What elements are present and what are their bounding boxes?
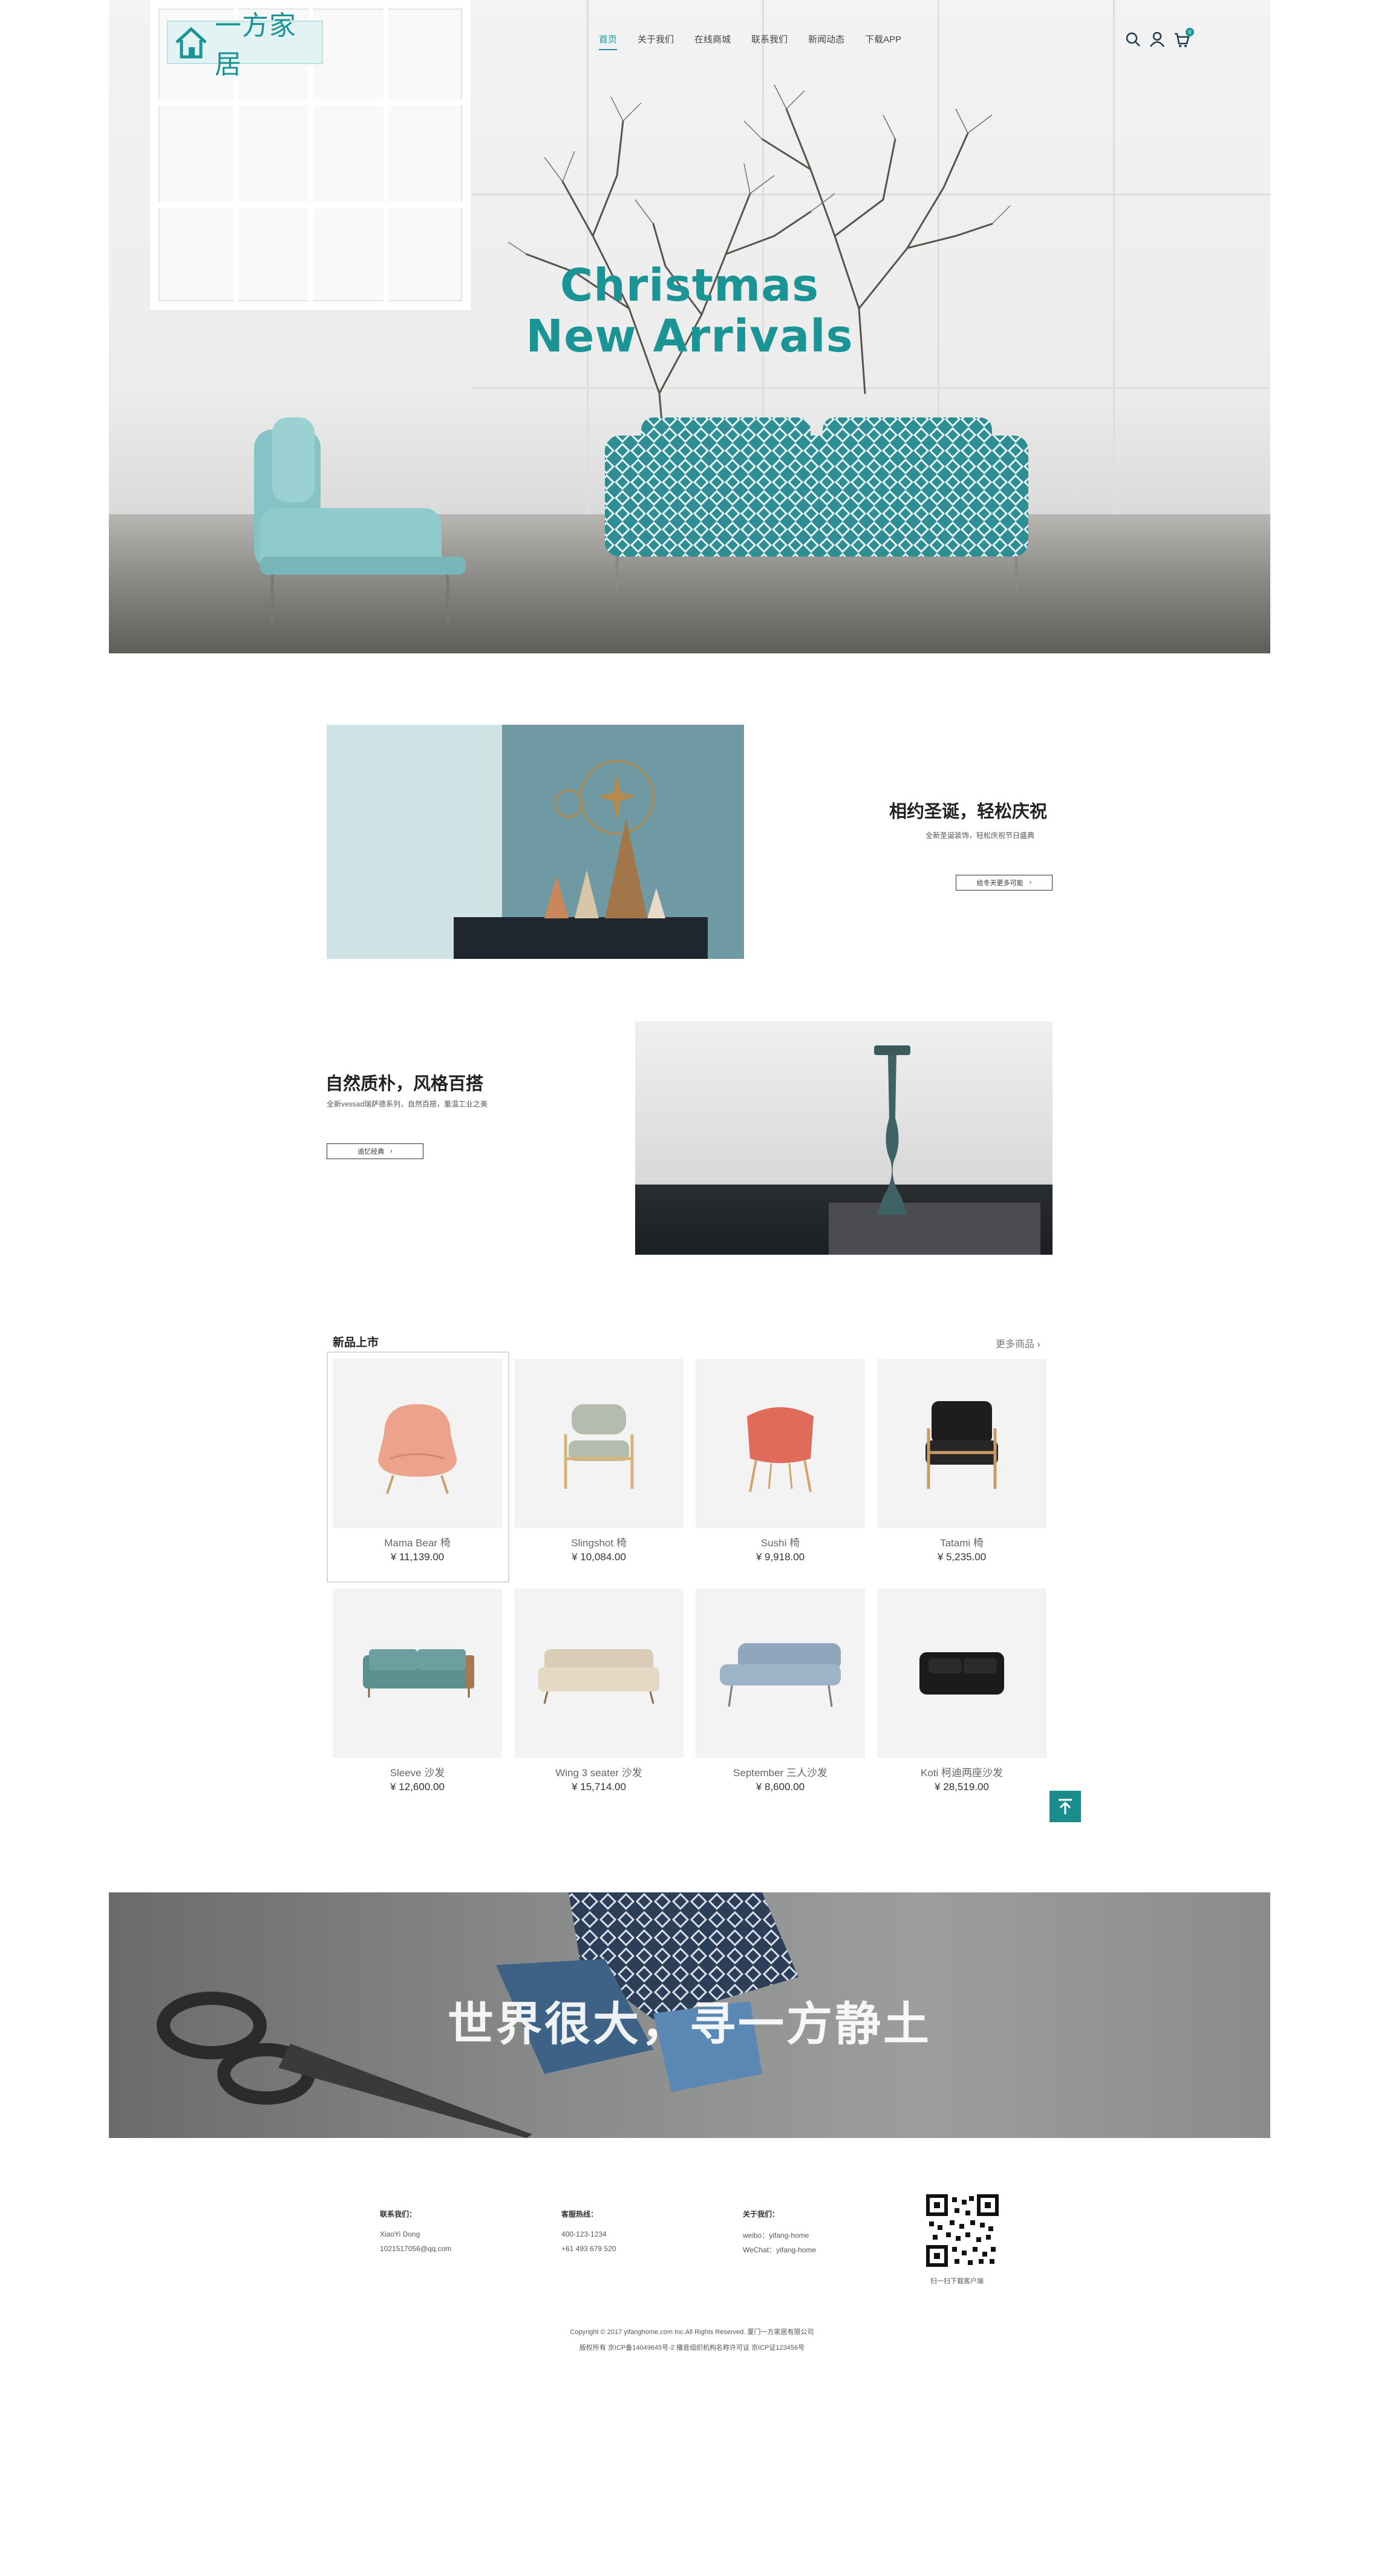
pedestal-sculpture-illustration [874, 1045, 910, 1215]
nav-item-about[interactable]: 关于我们 [638, 33, 674, 50]
chair-black-illustration [925, 1401, 998, 1489]
product-price: ¥ 12,600.00 [390, 1781, 445, 1793]
product-image [877, 1359, 1046, 1528]
hero-patterned-sofa [605, 417, 1028, 593]
promo1-subtitle: 全新圣诞装饰，轻松庆祝节日盛典 [925, 831, 1035, 840]
armchair-pink-illustration [378, 1404, 457, 1494]
user-icon[interactable] [1149, 31, 1165, 47]
product-price: ¥ 10,084.00 [572, 1551, 626, 1563]
promo1-image[interactable] [327, 725, 744, 959]
hero-title-line2: New Arrivals [526, 310, 854, 362]
logo-text: 一方家居 [215, 11, 296, 79]
search-icon[interactable] [1125, 31, 1141, 47]
footer-copyright: Copyright © 2017 yifanghome.com Inc.All … [570, 2329, 814, 2336]
sofa-black-illustration [919, 1652, 1004, 1695]
hero-section: 一方家居 首页 关于我们 在线商城 联系我们 新闻动态 下载APP 0 Chri… [109, 0, 1270, 653]
footer-contact-email[interactable]: 1021517056@qq.com [380, 2244, 451, 2253]
qr-code-image [925, 2194, 999, 2267]
product-card[interactable]: Sleeve 沙发 ¥ 12,600.00 [333, 1589, 502, 1806]
product-name: Wing 3 seater 沙发 [555, 1767, 642, 1779]
footer-about-title: 关于我们： [743, 2210, 780, 2218]
product-name: Tatami 椅 [940, 1537, 984, 1549]
promo2-button[interactable]: 追忆经典 › [327, 1143, 423, 1159]
chevron-right-icon: › [1037, 1339, 1040, 1350]
product-name: Koti 柯迪两座沙发 [920, 1767, 1004, 1779]
promo2-subtitle: 全新vessad瑞萨德系列，自然百搭，重温工业之美 [327, 1100, 488, 1108]
footer-wechat[interactable]: WeChat：yifang-home [743, 2244, 816, 2255]
nav-item-contact[interactable]: 联系我们 [751, 33, 788, 50]
product-price: ¥ 11,139.00 [390, 1551, 445, 1563]
product-price: ¥ 15,714.00 [572, 1781, 626, 1793]
promo1-title: 相约圣诞，轻松庆祝 [889, 802, 1048, 822]
promo2-title: 自然质朴，风格百搭 [325, 1074, 484, 1094]
hero-title-line1: Christmas [560, 260, 820, 312]
section-title-new-arrivals: 新品上市 [333, 1336, 379, 1349]
product-card[interactable]: Sushi 椅 ¥ 9,918.00 [696, 1359, 865, 1577]
footer-icp: 版权所有 京ICP备14049645号-2 播音组织机构名称许可证 京ICP证1… [579, 2344, 805, 2352]
sofa-teal-illustration [363, 1649, 474, 1698]
slogan-banner: 世界很大，寻一方静土 [109, 1892, 1270, 2138]
chevron-right-icon: › [390, 1148, 393, 1155]
promo1-button-label: 给冬天更多可能 [976, 880, 1023, 887]
product-card[interactable]: September 三人沙发 ¥ 8,600.00 [696, 1589, 865, 1806]
product-price: ¥ 8,600.00 [756, 1781, 805, 1793]
nav-item-app[interactable]: 下载APP [865, 33, 901, 50]
product-price: ¥ 9,918.00 [756, 1551, 805, 1563]
product-image [514, 1589, 684, 1758]
home-icon [175, 27, 207, 59]
footer-hotline-phone2: +61 493 679 520 [561, 2244, 616, 2253]
chair-coral-illustration [747, 1407, 814, 1492]
promo2-button-label: 追忆经典 [357, 1148, 385, 1156]
product-image [696, 1589, 865, 1758]
product-card[interactable]: Wing 3 seater 沙发 ¥ 15,714.00 [514, 1589, 684, 1806]
product-price: ¥ 5,235.00 [937, 1551, 987, 1563]
christmas-decor-illustration [544, 760, 665, 918]
nav-item-home[interactable]: 首页 [599, 33, 618, 50]
footer-hotline-phone1: 400-123-1234 [561, 2230, 607, 2238]
product-name: Sleeve 沙发 [390, 1767, 445, 1779]
main-nav: 首页 关于我们 在线商城 联系我们 新闻动态 下载APP [599, 33, 922, 50]
more-products-label: 更多商品 [996, 1339, 1035, 1350]
promo1-button[interactable]: 给冬天更多可能 › [956, 875, 1053, 891]
qr-caption: 扫一扫下载客户端 [930, 2278, 984, 2285]
product-image [877, 1589, 1046, 1758]
product-card[interactable]: Tatami 椅 ¥ 5,235.00 [877, 1359, 1046, 1577]
nav-item-shop[interactable]: 在线商城 [694, 33, 731, 50]
product-card[interactable]: Mama Bear 椅 ¥ 11,139.00 [327, 1352, 509, 1583]
banner-slogan: 世界很大，寻一方静土 [448, 1999, 932, 2050]
product-card[interactable]: Koti 柯迪两座沙发 ¥ 28,519.00 [877, 1589, 1046, 1806]
product-name: Mama Bear 椅 [384, 1537, 451, 1549]
more-products-link[interactable]: 更多商品 › [996, 1336, 1040, 1350]
hero-armless-chair [254, 417, 466, 623]
product-name: September 三人沙发 [733, 1767, 827, 1779]
product-card[interactable]: Slingshot 椅 ¥ 10,084.00 [514, 1359, 684, 1577]
arrow-up-icon [1059, 1799, 1072, 1814]
product-image [333, 1359, 502, 1528]
chair-sage-illustration [564, 1404, 634, 1489]
footer-hotline-title: 客服热线： [561, 2210, 598, 2218]
nav-item-news[interactable]: 新闻动态 [808, 33, 844, 50]
product-image [696, 1359, 865, 1528]
site-logo[interactable]: 一方家居 [167, 11, 323, 79]
chevron-right-icon: › [1029, 879, 1032, 886]
cart-count-badge: 0 [1186, 28, 1194, 36]
footer-weibo[interactable]: weibo：yifang-home [743, 2230, 809, 2240]
back-to-top-button[interactable] [1049, 1791, 1081, 1822]
product-name: Slingshot 椅 [571, 1537, 627, 1549]
product-image [514, 1359, 684, 1528]
product-name: Sushi 椅 [760, 1537, 800, 1549]
footer-contact-name: XiaoYi Dong [380, 2230, 420, 2238]
product-image [333, 1589, 502, 1758]
promo2-image[interactable] [635, 1021, 1053, 1255]
sofa-blue-illustration [720, 1643, 841, 1707]
sofa-beige-illustration [538, 1649, 659, 1704]
footer-contact-title: 联系我们： [380, 2210, 417, 2218]
product-price: ¥ 28,519.00 [935, 1781, 989, 1793]
